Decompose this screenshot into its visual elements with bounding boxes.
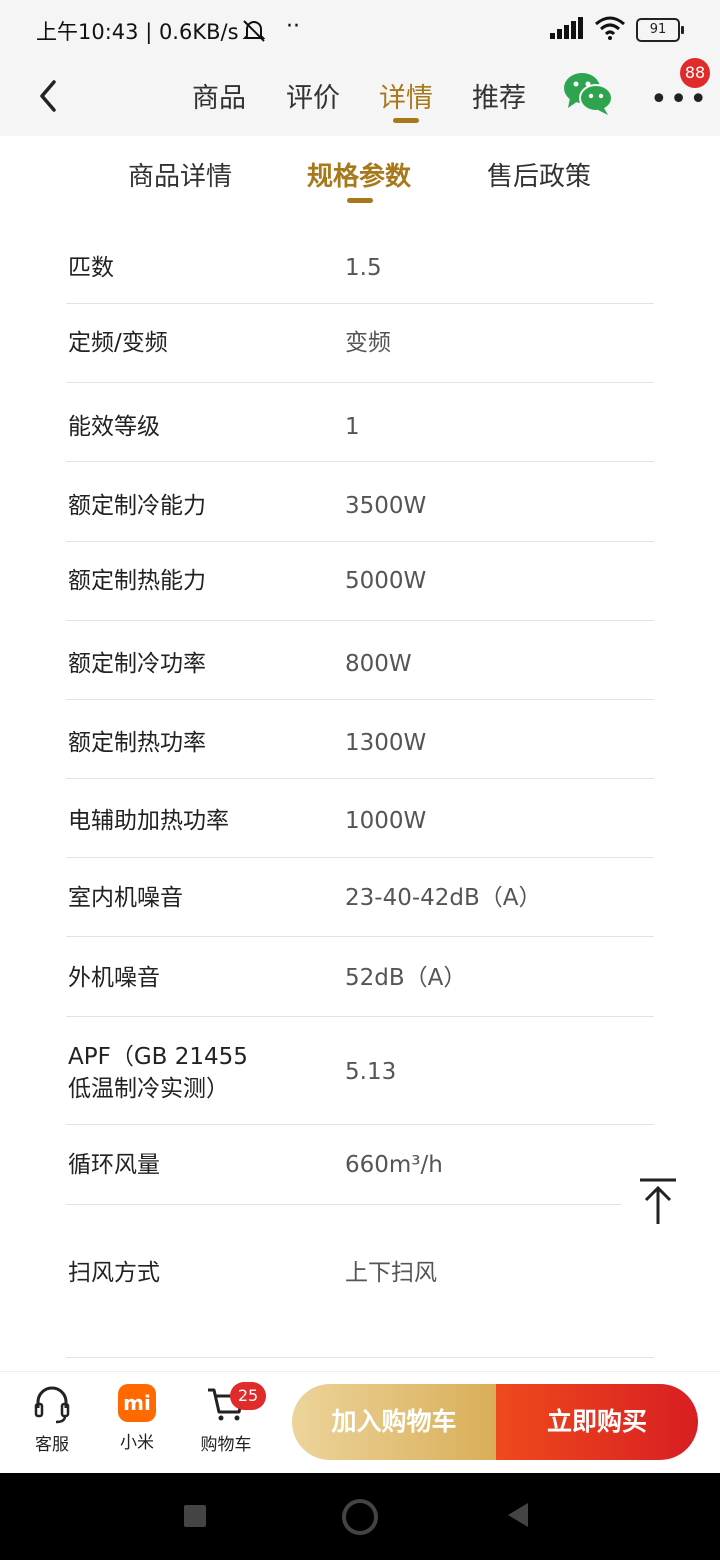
battery-icon: 91 [636,18,684,42]
spec-label: 额定制热能力 [68,568,206,594]
headset-icon [32,1384,72,1424]
subtab-product-details[interactable]: 商品详情 [128,156,232,193]
spec-value: 52dB（A） [345,965,467,991]
spec-row: 额定制热能力 5000W [66,542,654,621]
spec-row: 匹数 1.5 [66,232,654,304]
spec-row: APF（GB 21455 低温制冷实测） 5.13 [66,1017,654,1125]
spec-value: 3500W [345,493,427,519]
back-nav-icon[interactable] [506,1501,530,1533]
cart-label: 购物车 [200,1435,252,1455]
spec-row: 额定制热功率 1300W [66,700,654,779]
spec-label: 额定制冷能力 [68,493,206,519]
more-icon[interactable]: ••• [650,82,709,117]
spec-value: 660m³/h [345,1152,443,1178]
cart-count-badge: 25 [230,1382,266,1410]
mi-logo-icon: mi [118,1384,156,1422]
spec-value: 23-40-42dB（A） [345,885,542,911]
spec-label: 室内机噪音 [68,885,183,911]
back-to-top-icon[interactable] [636,1176,680,1228]
subtab-active-indicator [347,198,373,203]
signal-icon [550,17,584,43]
spec-value: 1000W [345,808,427,834]
spec-value: 1 [345,414,360,440]
spec-value: 上下扫风 [345,1260,437,1286]
spec-label: 循环风量 [68,1152,160,1178]
spec-row: 能效等级 1 [66,383,654,462]
spec-row: 额定制冷功率 800W [66,621,654,700]
customer-service-button[interactable]: 客服 [22,1384,82,1455]
spec-label: 外机噪音 [68,965,160,991]
spec-label: 额定制热功率 [68,730,206,756]
spec-value: 1300W [345,730,427,756]
spec-value: 变频 [345,330,391,356]
status-time-speed: 上午10:43 | 0.6KB/s [36,20,239,44]
mute-icon [240,18,268,48]
recents-icon[interactable] [184,1505,206,1527]
spec-row: 外机噪音 52dB（A） [66,937,654,1017]
spec-label: 电辅助加热功率 [68,808,229,834]
tab-reviews[interactable]: 评价 [286,76,340,115]
spec-label-line2: 低温制冷实测） [68,1076,229,1102]
tab-recommend[interactable]: 推荐 [472,76,526,115]
spec-row: 定频/变频 变频 [66,304,654,383]
wechat-icon[interactable] [562,70,614,116]
tab-details[interactable]: 详情 [379,76,433,115]
top-nav: 商品 评价 详情 推荐 ••• 88 [0,58,720,136]
xiaomi-store-button[interactable]: mi 小米 [107,1384,167,1453]
back-icon[interactable] [34,76,64,116]
tab-active-indicator [393,118,419,123]
spec-row: 电辅助加热功率 1000W [66,779,654,858]
spec-value: 1.5 [345,255,382,281]
notification-badge: 88 [680,58,710,88]
spec-row: 室内机噪音 23-40-42dB（A） [66,858,654,937]
xiaomi-label: 小米 [120,1433,154,1453]
spec-row: 循环风量 660m³/h [66,1125,621,1205]
spec-label: 额定制冷功率 [68,651,206,677]
spec-value: 5.13 [345,1059,397,1085]
status-bar: 上午10:43 | 0.6KB/s ·· 91 [0,0,720,62]
spec-label: 匹数 [68,255,114,281]
spec-value: 5000W [345,568,427,594]
system-nav-bar [0,1473,720,1560]
sub-tabs: 商品详情 规格参数 售后政策 [0,136,720,216]
spec-label: 定频/变频 [68,330,168,356]
buy-now-button[interactable]: 立即购买 [496,1384,698,1460]
spec-row: 扫风方式 上下扫风 [66,1205,654,1358]
customer-service-label: 客服 [35,1435,69,1455]
add-to-cart-button[interactable]: 加入购物车 [292,1384,496,1460]
spec-label: 扫风方式 [68,1260,160,1286]
spec-row: 额定制冷能力 3500W [66,462,654,542]
spec-value: 800W [345,651,412,677]
spec-label: 能效等级 [68,414,160,440]
tab-products[interactable]: 商品 [192,76,246,115]
bottom-action-bar: 客服 mi 小米 购物车 25 加入购物车 立即购买 [0,1371,720,1474]
dots-icon: ·· [286,14,300,39]
wifi-icon [594,16,626,44]
subtab-after-sales[interactable]: 售后政策 [487,156,591,193]
home-icon[interactable] [342,1499,378,1535]
subtab-specifications[interactable]: 规格参数 [307,156,411,193]
spec-label: APF（GB 21455 [68,1044,248,1070]
